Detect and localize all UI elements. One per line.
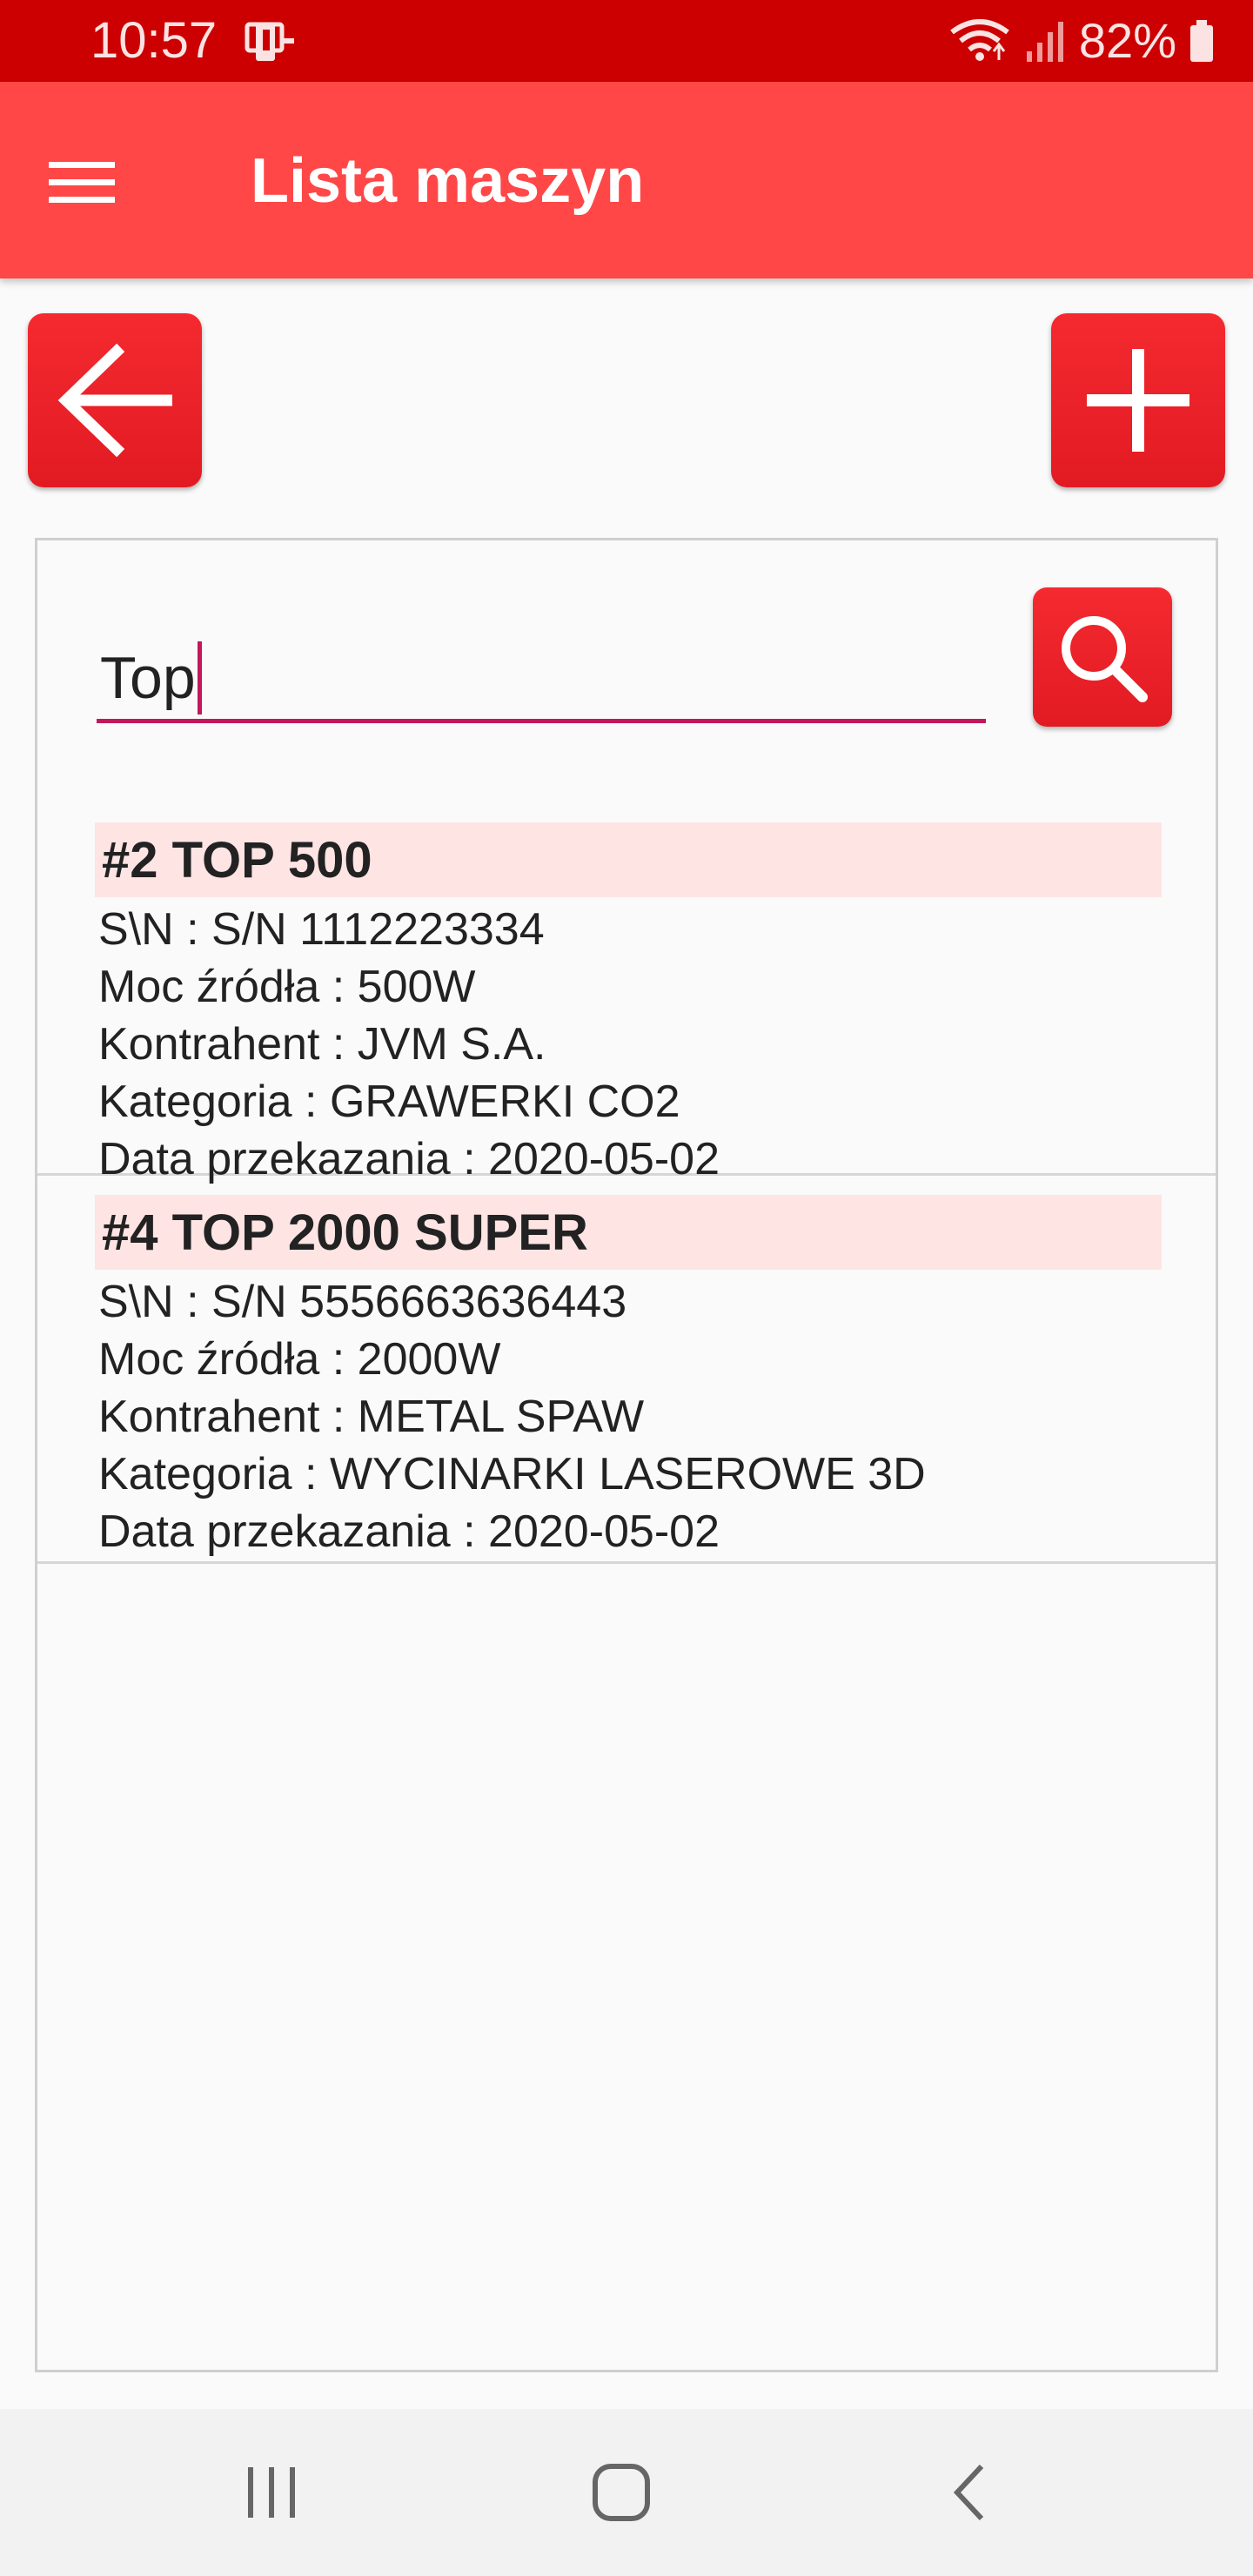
machine-power: Moc źródła : 500W <box>98 962 476 1012</box>
app-notification-icon <box>245 22 294 61</box>
list-item[interactable]: #4 TOP 2000 SUPER S\N : S/N 555666363644… <box>37 1176 1216 1564</box>
search-input-value: Top <box>100 645 196 711</box>
search-field[interactable]: Top <box>97 610 986 723</box>
machine-title-bar: #2 TOP 500 <box>95 822 1162 897</box>
back-icon <box>953 2464 984 2521</box>
hamburger-menu-icon <box>49 162 115 203</box>
machine-serial: S\N : S/N 5556663636443 <box>98 1277 627 1327</box>
machine-title-bar: #4 TOP 2000 SUPER <box>95 1195 1162 1270</box>
machine-title: #2 TOP 500 <box>102 832 372 889</box>
machine-title: #4 TOP 2000 SUPER <box>102 1204 588 1261</box>
machine-power: Moc źródła : 2000W <box>98 1334 501 1385</box>
signal-icon <box>1026 22 1063 62</box>
recent-apps-icon <box>248 2467 295 2518</box>
page-title: Lista maszyn <box>251 146 645 216</box>
machine-contractor: Kontrahent : JVM S.A. <box>98 1019 546 1070</box>
plus-icon <box>1087 349 1189 452</box>
machine-serial: S\N : S/N 1112223334 <box>98 904 545 955</box>
app-bar: Lista maszyn <box>0 82 1253 278</box>
system-nav-bar <box>0 2409 1253 2576</box>
search-icon <box>1062 616 1148 702</box>
status-right: 82% <box>948 12 1215 70</box>
machine-category: Kategoria : GRAWERKI CO2 <box>98 1077 680 1127</box>
add-machine-button[interactable] <box>1051 313 1225 487</box>
text-cursor <box>197 641 202 715</box>
back-button[interactable] <box>28 313 202 487</box>
machine-details: S\N : S/N 1112223334 Moc źródła : 500W K… <box>98 901 720 1188</box>
search-button[interactable] <box>1033 587 1172 727</box>
menu-button[interactable] <box>49 139 144 226</box>
home-button[interactable] <box>534 2409 708 2576</box>
machine-details: S\N : S/N 5556663636443 Moc źródła : 200… <box>98 1273 926 1560</box>
wifi-icon <box>950 19 1009 61</box>
machine-list-panel: Top #2 TOP 500 S\N : S/N 1112223334 Moc … <box>35 538 1218 2372</box>
machine-category: Kategoria : WYCINARKI LASEROWE 3D <box>98 1449 926 1499</box>
search-input[interactable]: Top <box>100 641 202 715</box>
machine-transfer-date: Data przekazania : 2020-05-02 <box>98 1506 720 1557</box>
recent-apps-button[interactable] <box>184 2409 358 2576</box>
home-icon <box>593 2464 650 2521</box>
machine-list: #2 TOP 500 S\N : S/N 1112223334 Moc źród… <box>37 803 1216 1564</box>
status-bar: 10:57 82% <box>0 0 1253 82</box>
arrow-left-icon <box>57 343 172 458</box>
status-time: 10:57 <box>90 12 218 69</box>
machine-contractor: Kontrahent : METAL SPAW <box>98 1392 645 1442</box>
battery-icon <box>1190 20 1213 62</box>
list-item[interactable]: #2 TOP 500 S\N : S/N 1112223334 Moc źród… <box>37 803 1216 1184</box>
nav-back-button[interactable] <box>884 2409 1058 2576</box>
battery-percent: 82% <box>1078 13 1176 68</box>
